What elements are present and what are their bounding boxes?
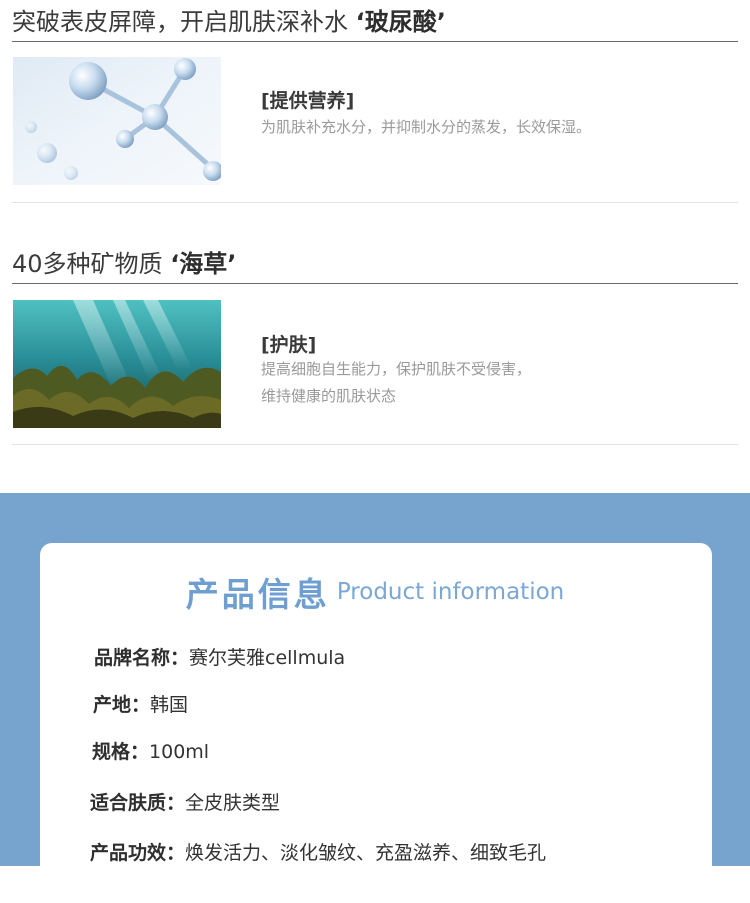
info-value: 全皮肤类型: [185, 792, 281, 814]
feature-title-nutrition: [提供营养]: [261, 90, 355, 112]
product-info-title-en: Product information: [336, 579, 565, 605]
section-heading-text: 40多种矿物质: [12, 250, 163, 278]
section-heading-seaweed: 40多种矿物质 ‘海草’: [12, 246, 738, 284]
feature-desc-line: 维持健康的肌肤状态: [261, 387, 397, 405]
feature-title-skincare: [护肤]: [261, 334, 317, 356]
info-value: 焕发活力、淡化皱纹、充盈滋养、细致毛孔: [185, 842, 547, 864]
info-label: 规格：: [92, 741, 150, 763]
molecule-image: [13, 57, 221, 185]
info-row-skin-type: 适合肤质：全皮肤类型: [90, 788, 280, 815]
feature-desc-line: 为肌肤补充水分，并抑制水分的蒸发，长效保湿。: [261, 118, 592, 136]
info-label: 产品功效：: [90, 842, 186, 864]
section-divider: [12, 202, 738, 203]
info-value: 100ml: [149, 741, 210, 763]
info-value: 赛尔芙雅cellmula: [189, 647, 346, 669]
info-row-brand: 品牌名称：赛尔芙雅cellmula: [94, 643, 345, 670]
info-row-effects: 产品功效：焕发活力、淡化皱纹、充盈滋养、细致毛孔: [90, 838, 546, 865]
section-heading-hyaluronic: 突破表皮屏障，开启肌肤深补水 ‘玻尿酸’: [12, 4, 738, 42]
section-divider: [12, 444, 738, 445]
section-heading-highlight: ‘海草’: [170, 250, 237, 278]
product-info-title-cn: 产品信息: [185, 575, 330, 614]
info-label: 适合肤质：: [90, 792, 186, 814]
feature-desc-skincare: 提高细胞自生能力，保护肌肤不受侵害， 维持健康的肌肤状态: [261, 356, 531, 410]
section-heading-highlight: ‘玻尿酸’: [355, 8, 446, 36]
info-row-origin: 产地：韩国: [93, 690, 188, 717]
feature-desc-line: 提高细胞自生能力，保护肌肤不受侵害，: [261, 360, 532, 378]
section-heading-text: 突破表皮屏障，开启肌肤深补水: [12, 8, 348, 36]
info-label: 产地：: [93, 694, 151, 716]
feature-desc-nutrition: 为肌肤补充水分，并抑制水分的蒸发，长效保湿。: [261, 114, 591, 141]
info-label: 品牌名称：: [94, 647, 190, 669]
product-info-title: 产品信息 Product information: [0, 568, 750, 616]
seaweed-image: [13, 300, 221, 428]
info-value: 韩国: [150, 694, 189, 716]
info-row-size: 规格：100ml: [92, 737, 209, 764]
